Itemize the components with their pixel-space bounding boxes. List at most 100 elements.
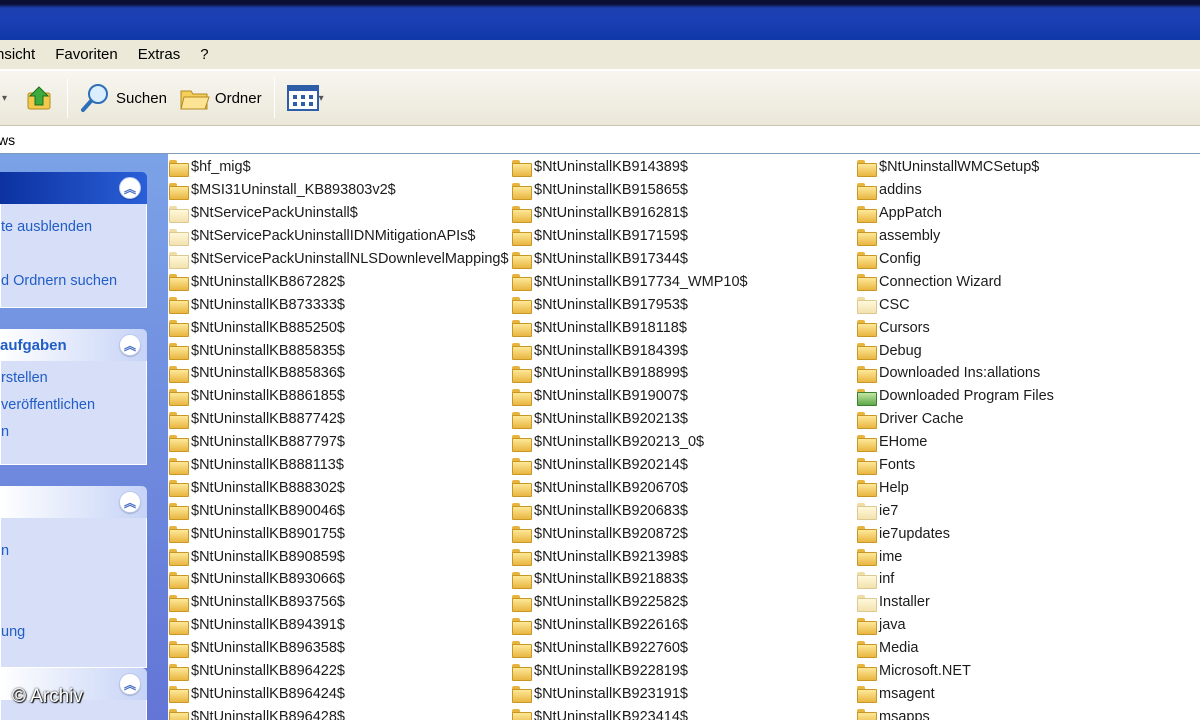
file-item[interactable]: $NtUninstallKB920683$ [511, 499, 748, 522]
file-item[interactable]: $hf_mig$ [168, 156, 509, 179]
file-item[interactable]: Downloaded Program Files [856, 385, 1054, 408]
file-item[interactable]: Config [856, 248, 1054, 271]
file-item[interactable]: $NtUninstallKB867282$ [168, 270, 509, 293]
file-item[interactable]: $NtUninstallWMCSetup$ [856, 156, 1054, 179]
file-item[interactable]: $NtUninstallKB917344$ [511, 248, 748, 271]
file-item[interactable]: $NtUninstallKB914389$ [511, 156, 748, 179]
file-item[interactable]: Downloaded Ins:allations [856, 362, 1054, 385]
menu-ansicht[interactable]: nsicht [0, 46, 45, 63]
file-item[interactable]: $NtUninstallKB917953$ [511, 293, 748, 316]
file-item[interactable]: $NtUninstallKB923191$ [511, 682, 748, 705]
file-item[interactable]: $NtUninstallKB873333$ [168, 293, 509, 316]
file-item[interactable]: $NtUninstallKB893756$ [168, 591, 509, 614]
file-item[interactable]: $NtUninstallKB894391$ [168, 614, 509, 637]
file-item[interactable]: EHome [856, 431, 1054, 454]
collapse-icon[interactable]: ︽ [119, 177, 141, 199]
file-item[interactable]: $NtUninstallKB893066$ [168, 568, 509, 591]
file-item[interactable]: $NtUninstallKB920670$ [511, 476, 748, 499]
task-link[interactable]: d Ordnern suchen [1, 268, 146, 295]
task-link[interactable]: ung [1, 619, 146, 646]
file-item[interactable]: $NtUninstallKB922582$ [511, 591, 748, 614]
task-link[interactable]: rstellen [1, 365, 146, 392]
file-item[interactable]: java [856, 614, 1054, 637]
file-item[interactable]: ime [856, 545, 1054, 568]
search-button[interactable]: Suchen [74, 76, 173, 120]
file-item[interactable]: $NtUninstallKB888113$ [168, 454, 509, 477]
task-link[interactable]: n [1, 538, 146, 565]
view-button[interactable]: ▾ [281, 76, 330, 120]
folders-button[interactable]: Ordner [173, 76, 268, 120]
up-folder-button[interactable] [19, 76, 61, 120]
file-item[interactable]: $NtUninstallKB920213_0$ [511, 431, 748, 454]
file-item[interactable]: inf [856, 568, 1054, 591]
file-item[interactable]: $NtServicePackUninstallIDNMitigationAPIs… [168, 225, 509, 248]
file-item[interactable]: Help [856, 476, 1054, 499]
file-item[interactable]: $NtUninstallKB918118$ [511, 316, 748, 339]
file-item[interactable]: $NtUninstallKB918899$ [511, 362, 748, 385]
file-item[interactable]: Driver Cache [856, 408, 1054, 431]
file-item[interactable]: $NtUninstallKB896422$ [168, 660, 509, 683]
file-item[interactable]: $NtUninstallKB918439$ [511, 339, 748, 362]
file-item[interactable]: $NtUninstallKB917734_WMP10$ [511, 270, 748, 293]
file-item[interactable]: msapps [856, 705, 1054, 720]
file-item[interactable]: $NtUninstallKB921883$ [511, 568, 748, 591]
address-bar[interactable]: ws [0, 126, 1200, 154]
file-item[interactable]: ie7updates [856, 522, 1054, 545]
file-item[interactable]: $NtServicePackUninstallNLSDownlevelMappi… [168, 248, 509, 271]
collapse-icon[interactable]: ︽ [119, 673, 141, 695]
task-link[interactable]: n [1, 419, 146, 446]
collapse-icon[interactable]: ︽ [119, 334, 141, 356]
file-item[interactable]: Cursors [856, 316, 1054, 339]
file-item[interactable]: $NtUninstallKB920213$ [511, 408, 748, 431]
file-item[interactable]: Installer [856, 591, 1054, 614]
file-item[interactable]: $NtUninstallKB890046$ [168, 499, 509, 522]
file-item[interactable]: $NtUninstallKB887797$ [168, 431, 509, 454]
file-item[interactable]: $NtUninstallKB920214$ [511, 454, 748, 477]
file-item[interactable]: $NtUninstallKB886185$ [168, 385, 509, 408]
file-item[interactable]: Connection Wizard [856, 270, 1054, 293]
menu-favoriten[interactable]: Favoriten [45, 46, 128, 63]
file-item[interactable]: $NtUninstallKB896358$ [168, 637, 509, 660]
file-item[interactable]: $NtUninstallKB885250$ [168, 316, 509, 339]
file-item[interactable]: $NtUninstallKB916281$ [511, 202, 748, 225]
file-item[interactable]: msagent [856, 682, 1054, 705]
file-item[interactable]: $MSI31Uninstall_KB893803v2$ [168, 179, 509, 202]
file-item[interactable]: $NtUninstallKB920872$ [511, 522, 748, 545]
file-item[interactable]: $NtUninstallKB919007$ [511, 385, 748, 408]
task-link[interactable] [1, 592, 146, 619]
task-panel-1-header[interactable]: ︽ [0, 172, 147, 204]
file-item[interactable]: $NtUninstallKB890859$ [168, 545, 509, 568]
file-item[interactable]: addins [856, 179, 1054, 202]
collapse-icon[interactable]: ︽ [119, 491, 141, 513]
file-item[interactable]: ie7 [856, 499, 1054, 522]
file-item[interactable]: $NtServicePackUninstall$ [168, 202, 509, 225]
file-item[interactable]: $NtUninstallKB896424$ [168, 682, 509, 705]
back-dropdown-icon[interactable]: ▾ [2, 93, 7, 104]
file-item[interactable]: $NtUninstallKB890175$ [168, 522, 509, 545]
task-link[interactable] [1, 565, 146, 592]
file-item[interactable]: $NtUninstallKB888302$ [168, 476, 509, 499]
file-item[interactable]: $NtUninstallKB922819$ [511, 660, 748, 683]
menu-extras[interactable]: Extras [128, 46, 191, 63]
file-item[interactable]: assembly [856, 225, 1054, 248]
file-item[interactable]: AppPatch [856, 202, 1054, 225]
file-item[interactable]: $NtUninstallKB922616$ [511, 614, 748, 637]
file-item[interactable]: Debug [856, 339, 1054, 362]
file-item[interactable]: $NtUninstallKB885835$ [168, 339, 509, 362]
file-item[interactable]: CSC [856, 293, 1054, 316]
task-panel-3-header[interactable]: ︽ [0, 486, 147, 518]
file-item[interactable]: Microsoft.NET [856, 660, 1054, 683]
file-item[interactable]: $NtUninstallKB915865$ [511, 179, 748, 202]
file-item[interactable]: $NtUninstallKB921398$ [511, 545, 748, 568]
file-item[interactable]: $NtUninstallKB917159$ [511, 225, 748, 248]
task-panel-2-header[interactable]: aufgaben ︽ [0, 329, 147, 361]
file-item[interactable]: Fonts [856, 454, 1054, 477]
file-item[interactable]: $NtUninstallKB922760$ [511, 637, 748, 660]
file-item[interactable]: Media [856, 637, 1054, 660]
task-link[interactable]: te ausblenden [1, 214, 146, 241]
menu-help[interactable]: ? [190, 46, 218, 63]
task-link[interactable]: veröffentlichen [1, 392, 146, 419]
file-item[interactable]: $NtUninstallKB896428$ [168, 705, 509, 720]
file-item[interactable]: $NtUninstallKB885836$ [168, 362, 509, 385]
file-item[interactable]: $NtUninstallKB887742$ [168, 408, 509, 431]
